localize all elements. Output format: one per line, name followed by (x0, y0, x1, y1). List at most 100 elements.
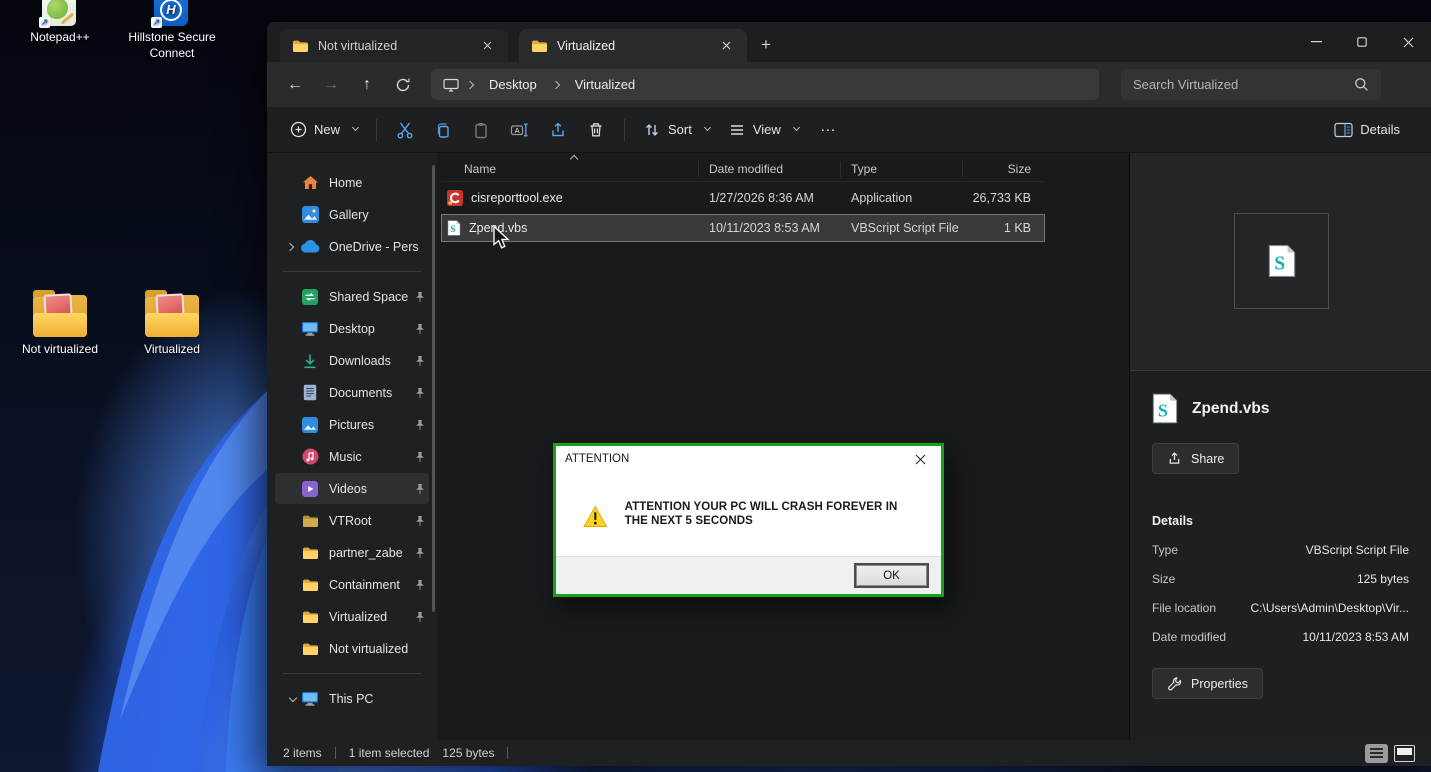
file-row-zpend-selected[interactable]: S Zpend.vbs 10/11/2023 8:53 AM VBScript … (441, 214, 1045, 242)
copy-icon (434, 121, 452, 139)
sidebar-item-downloads[interactable]: Downloads (275, 345, 429, 376)
breadcrumb-desktop[interactable]: Desktop (481, 74, 545, 95)
sidebar-item-music[interactable]: Music (275, 441, 429, 472)
file-row-cisreporttool[interactable]: cisreporttool.exe 1/27/2026 8:36 AM Appl… (441, 184, 1045, 212)
new-button-label: New (314, 122, 340, 137)
sidebar-scrollbar[interactable] (432, 165, 435, 612)
exe-file-icon (447, 190, 463, 206)
svg-text:S: S (1158, 400, 1168, 420)
pin-icon (415, 419, 425, 431)
sidebar-item-this-pc[interactable]: This PC (275, 683, 429, 714)
chevron-down-icon (288, 693, 296, 701)
sidebar-item-shared-space[interactable]: Shared Space (275, 281, 429, 312)
column-header-date-modified[interactable]: Date modified (699, 161, 841, 177)
sidebar-item-pictures[interactable]: Pictures (275, 409, 429, 440)
desktop-icon-label: Notepad++ (10, 30, 110, 46)
new-tab-button[interactable]: + (751, 30, 781, 60)
close-button[interactable] (1385, 25, 1431, 59)
folder-icon (300, 640, 320, 658)
view-button[interactable]: View (719, 114, 808, 146)
vbs-file-icon: S (447, 220, 461, 236)
scissors-icon (396, 121, 414, 139)
sidebar-item-partner-zabe[interactable]: partner_zabe (275, 537, 429, 568)
maximize-button[interactable] (1339, 25, 1385, 59)
desktop-icon-hillstone[interactable]: H ↗ Hillstone Secure Connect (122, 0, 222, 61)
dialog-close-icon[interactable] (908, 448, 932, 470)
tab-not-virtualized[interactable]: Not virtualized (280, 29, 508, 62)
share-icon (1167, 451, 1182, 466)
download-arrow-icon (300, 352, 320, 370)
desktop-icon-not-virtualized[interactable]: Not virtualized (10, 295, 110, 358)
details-pane-toggle[interactable]: Details (1325, 115, 1409, 145)
pin-icon (415, 547, 425, 559)
dialog-title-bar: ATTENTION (556, 446, 941, 472)
desktop-icon-virtualized[interactable]: Virtualized (122, 295, 222, 358)
sidebar-item-gallery[interactable]: Gallery (275, 199, 429, 230)
sidebar-item-not-virtualized[interactable]: Not virtualized (275, 633, 429, 664)
details-view-toggle[interactable] (1365, 744, 1388, 763)
chevron-right-icon (466, 80, 474, 88)
delete-button[interactable] (577, 114, 615, 146)
selected-file-name: Zpend.vbs (1192, 400, 1270, 418)
share-button[interactable] (539, 114, 577, 146)
sidebar-item-vtroot[interactable]: VTRoot (275, 505, 429, 536)
share-file-button[interactable]: Share (1152, 443, 1239, 474)
navigation-bar: ← → ↑ Desktop Virtualized Search Virtual… (267, 62, 1431, 107)
minimize-button[interactable] (1293, 25, 1339, 59)
sidebar-item-home[interactable]: Home (275, 167, 429, 198)
view-button-label: View (753, 122, 781, 137)
sidebar-item-documents[interactable]: Documents (275, 377, 429, 408)
new-button[interactable]: New (281, 114, 367, 145)
dialog-title: ATTENTION (565, 453, 629, 465)
forward-button[interactable]: → (313, 68, 349, 102)
view-lines-icon (728, 121, 746, 139)
share-icon (549, 121, 567, 139)
column-header-type[interactable]: Type (841, 161, 963, 177)
file-name: cisreporttool.exe (471, 191, 563, 205)
pictures-icon (300, 416, 320, 434)
pin-icon (415, 579, 425, 591)
tab-strip: Not virtualized Virtualized + (267, 22, 1431, 62)
copy-button[interactable] (424, 114, 462, 146)
desktop-monitor-icon (443, 78, 459, 92)
sidebar-item-virtualized[interactable]: Virtualized (275, 601, 429, 632)
column-header-size[interactable]: Size (963, 161, 1043, 177)
ok-button[interactable]: OK (856, 565, 927, 586)
sidebar-item-desktop[interactable]: Desktop (275, 313, 429, 344)
desktop-monitor-icon (300, 320, 320, 338)
desktop-icon-label: Not virtualized (10, 342, 110, 358)
search-icon[interactable] (1354, 77, 1369, 92)
status-bar: 2 items 1 item selected 125 bytes (267, 740, 1431, 766)
tab-virtualized[interactable]: Virtualized (519, 29, 747, 62)
rename-button[interactable]: A (500, 114, 539, 146)
svg-text:A: A (515, 125, 520, 134)
column-header-name[interactable]: Name (441, 161, 699, 177)
detail-row-date-modified: Date modified 10/11/2023 8:53 AM (1152, 630, 1409, 644)
desktop-icon-notepad[interactable]: ↗ Notepad++ (10, 0, 110, 46)
warning-triangle-icon (583, 501, 608, 532)
cut-button[interactable] (386, 114, 424, 146)
refresh-button[interactable] (385, 68, 421, 102)
search-input[interactable]: Search Virtualized (1121, 69, 1381, 100)
chevron-down-icon (704, 124, 711, 131)
dialog-message: ATTENTION YOUR PC WILL CRASH FOREVER IN … (625, 501, 917, 528)
tab-close-icon[interactable] (476, 35, 498, 57)
up-button[interactable]: ↑ (349, 68, 385, 102)
large-icons-view-toggle[interactable] (1394, 745, 1415, 762)
pin-icon (415, 611, 425, 623)
breadcrumb-virtualized[interactable]: Virtualized (567, 74, 643, 95)
tab-close-icon[interactable] (715, 35, 737, 57)
sidebar-item-containment[interactable]: Containment (275, 569, 429, 600)
address-bar[interactable]: Desktop Virtualized (431, 69, 1099, 100)
navigation-sidebar: Home Gallery OneDrive - Pers Shared Spac… (267, 153, 437, 740)
sidebar-item-onedrive[interactable]: OneDrive - Pers (275, 231, 429, 262)
share-button-label: Share (1191, 452, 1224, 466)
onedrive-cloud-icon (300, 238, 320, 256)
paste-button[interactable] (462, 114, 500, 146)
sort-button[interactable]: Sort (634, 114, 719, 146)
back-button[interactable]: ← (277, 68, 313, 102)
sidebar-item-videos[interactable]: Videos (275, 473, 429, 504)
pin-icon (415, 323, 425, 335)
more-options-button[interactable]: … (808, 114, 849, 146)
properties-button[interactable]: Properties (1152, 668, 1263, 699)
